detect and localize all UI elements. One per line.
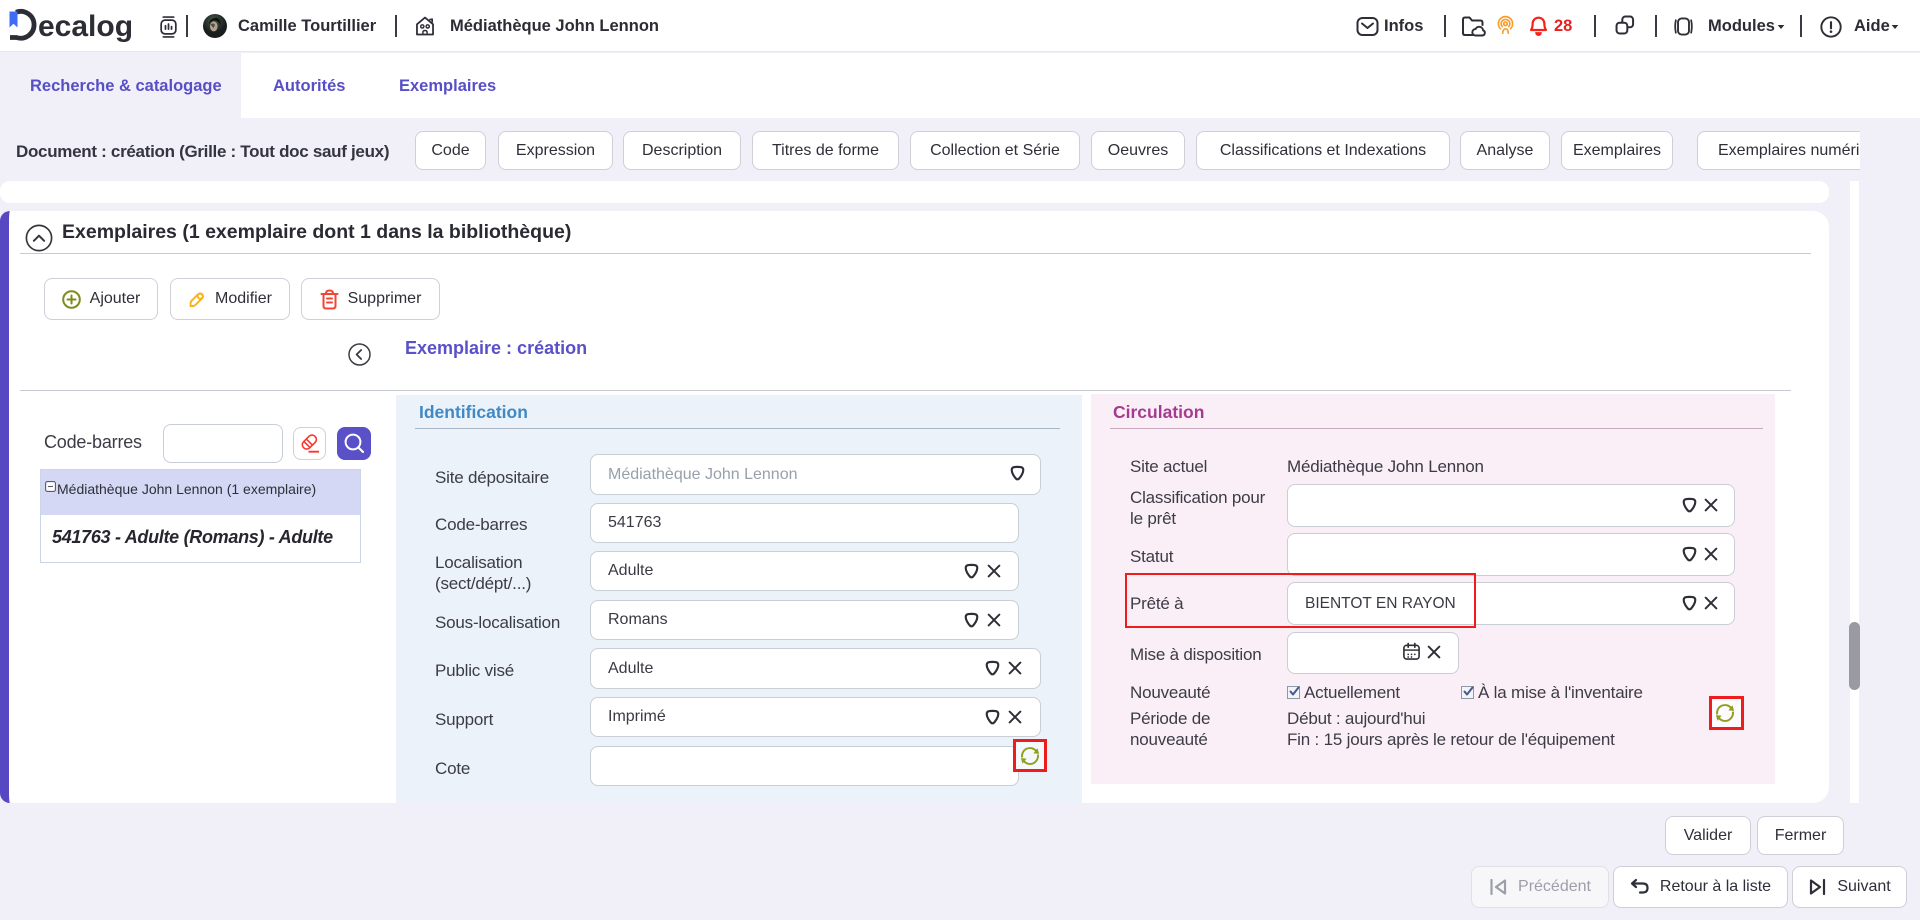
svg-text:ecalog: ecalog (38, 10, 133, 43)
